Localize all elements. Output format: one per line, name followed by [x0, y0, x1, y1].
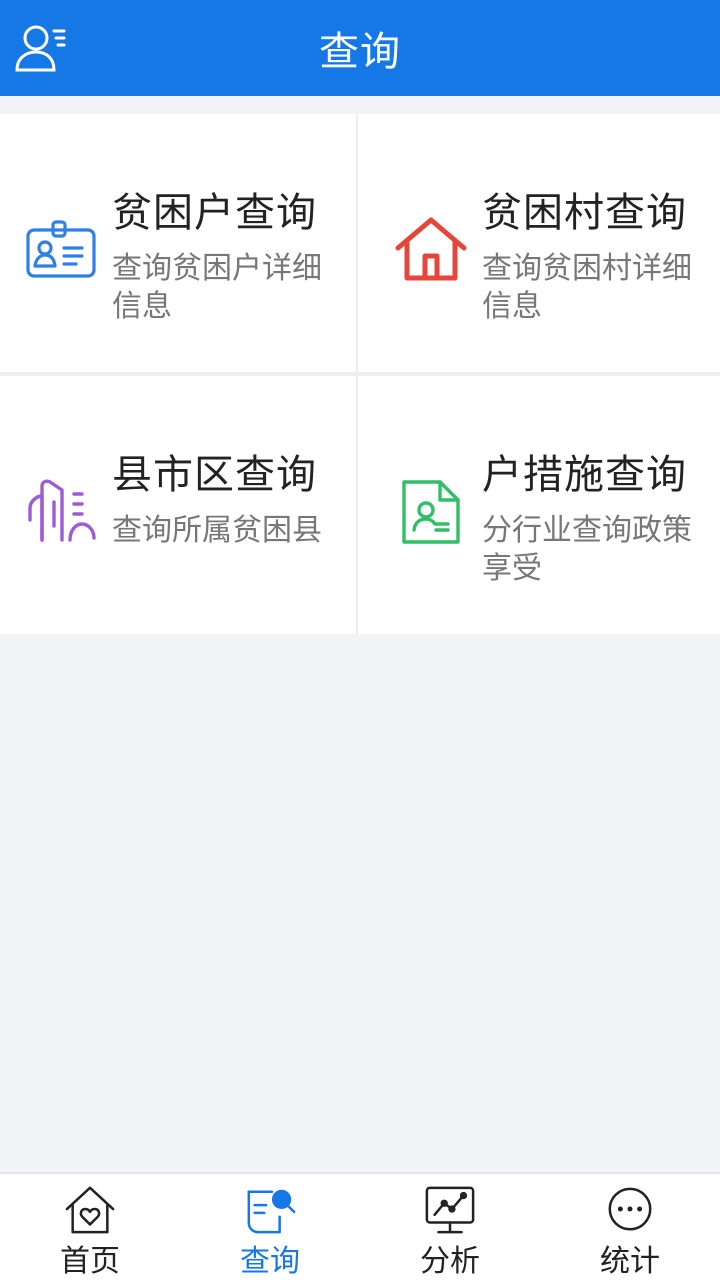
- user-list-icon[interactable]: [10, 18, 70, 78]
- more-dots-icon: [608, 1187, 652, 1231]
- nav-home[interactable]: 首页: [0, 1174, 180, 1280]
- card-title: 县市区查询: [112, 452, 317, 498]
- poor-village-query-card[interactable]: 贫困村查询 查询贫困村详细信息: [358, 114, 720, 372]
- nav-analysis[interactable]: 分析: [360, 1174, 540, 1280]
- nav-query[interactable]: 查询: [180, 1174, 360, 1280]
- document-person-icon: [392, 472, 470, 550]
- home-heart-icon: [65, 1186, 115, 1234]
- card-title: 户措施查询: [482, 452, 687, 498]
- household-measure-query-card[interactable]: 户措施查询 分行业查询政策享受: [358, 376, 720, 634]
- card-title: 贫困村查询: [482, 190, 687, 236]
- nav-label: 统计: [600, 1244, 660, 1279]
- poor-household-query-card[interactable]: 贫困户查询 查询贫困户详细信息: [0, 114, 356, 372]
- nav-statistics[interactable]: 统计: [540, 1174, 720, 1280]
- nav-label: 分析: [420, 1244, 480, 1279]
- card-description: 查询所属贫困县: [112, 513, 322, 548]
- house-icon: [392, 210, 470, 288]
- page-title: 查询: [319, 29, 401, 75]
- bottom-nav: 首页 查询 分析 统计: [0, 1172, 720, 1280]
- card-description: 查询贫困户详细信息: [112, 251, 322, 324]
- query-grid: 贫困户查询 查询贫困户详细信息 贫困村查询 查询贫困村详细信息 县市区查询 查询…: [0, 114, 720, 634]
- card-description: 分行业查询政策享受: [482, 513, 692, 586]
- buildings-icon: [22, 472, 100, 550]
- card-title: 贫困户查询: [112, 190, 317, 236]
- nav-label: 首页: [60, 1244, 120, 1279]
- county-query-card[interactable]: 县市区查询 查询所属贫困县: [0, 376, 356, 634]
- search-doc-icon: [247, 1189, 296, 1234]
- id-card-icon: [22, 210, 100, 288]
- app-root: 查询 贫困户查询 查询贫困户详细信息 贫困村查询 查询贫困村详细信息 县市区查询…: [0, 0, 720, 1280]
- card-description: 查询贫困村详细信息: [482, 251, 692, 324]
- nav-label: 查询: [240, 1244, 300, 1279]
- header-bar: 查询: [0, 0, 720, 96]
- chart-monitor-icon: [425, 1186, 475, 1234]
